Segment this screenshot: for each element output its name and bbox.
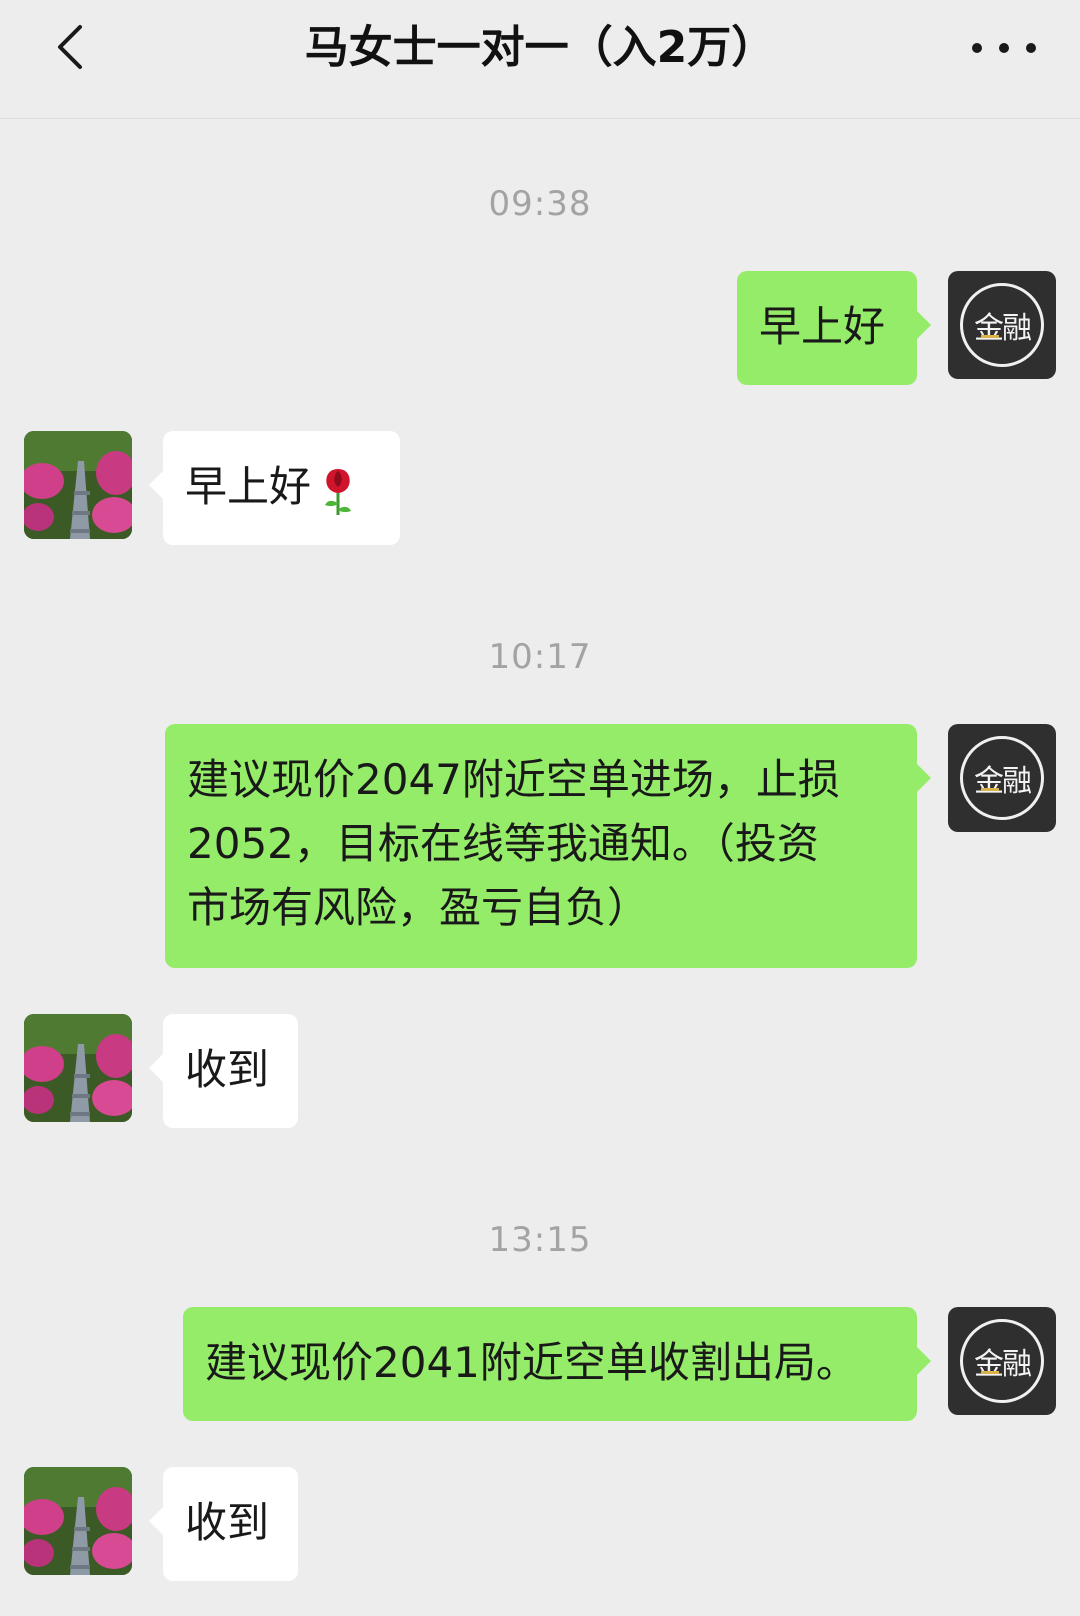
message-bubble-incoming[interactable]: 收到 bbox=[149, 1014, 298, 1128]
finance-logo-icon: 金融 bbox=[960, 736, 1044, 820]
timestamp: 13:15 bbox=[488, 1220, 592, 1260]
timestamp: 09:38 bbox=[488, 184, 592, 224]
more-dots-icon bbox=[972, 43, 982, 53]
message-text: 早上好 bbox=[759, 302, 886, 351]
message-text: 收到 bbox=[185, 1498, 270, 1547]
garden-path-avatar-image bbox=[24, 1467, 132, 1575]
peer-avatar[interactable] bbox=[24, 1014, 132, 1122]
message-bubble-incoming[interactable]: 早上好 bbox=[149, 431, 400, 545]
finance-logo-icon: 金融 bbox=[960, 1319, 1044, 1403]
chat-title: 马女士一对一（入2万） bbox=[304, 22, 776, 73]
message-text: 收到 bbox=[185, 1045, 270, 1094]
finance-logo-icon: 金融 bbox=[960, 283, 1044, 367]
message-bubble-outgoing[interactable]: 建议现价2041附近空单收割出局。 bbox=[183, 1307, 931, 1421]
self-avatar[interactable]: 金融 bbox=[948, 724, 1056, 832]
timestamp: 10:17 bbox=[488, 637, 592, 677]
chevron-left-icon bbox=[58, 25, 82, 69]
message-text-line: 市场有风险，盈亏自负） bbox=[187, 883, 650, 932]
garden-path-avatar-image bbox=[24, 1014, 132, 1122]
chat-header: 马女士一对一（入2万） bbox=[0, 0, 1080, 119]
message-bubble-outgoing[interactable]: 建议现价2047附近空单进场，止损 2052，目标在线等我通知。（投资 市场有风… bbox=[165, 724, 931, 968]
self-avatar[interactable]: 金融 bbox=[948, 1307, 1056, 1415]
back-button[interactable] bbox=[44, 22, 94, 72]
message-text: 建议现价2041附近空单收割出局。 bbox=[205, 1338, 858, 1387]
more-button[interactable] bbox=[972, 28, 1036, 68]
message-bubble-outgoing[interactable]: 早上好 bbox=[737, 271, 931, 385]
peer-avatar[interactable] bbox=[24, 1467, 132, 1575]
message-bubble-incoming[interactable]: 收到 bbox=[149, 1467, 298, 1581]
message-text: 早上好 bbox=[185, 462, 312, 511]
self-avatar[interactable]: 金融 bbox=[948, 271, 1056, 379]
rose-emoji-icon bbox=[325, 468, 352, 515]
peer-avatar[interactable] bbox=[24, 431, 132, 539]
garden-path-avatar-image bbox=[24, 431, 132, 539]
message-text-line: 2052，目标在线等我通知。（投资 bbox=[187, 819, 819, 868]
message-text-line: 建议现价2047附近空单进场，止损 bbox=[187, 755, 840, 804]
